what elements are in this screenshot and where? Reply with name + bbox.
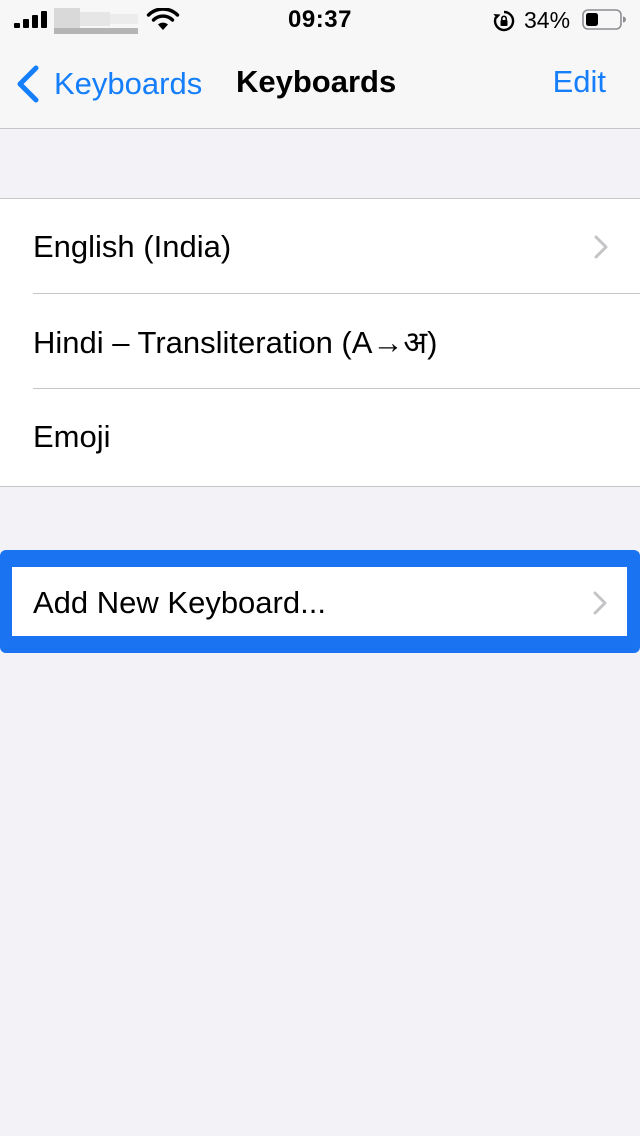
rotation-lock-icon bbox=[493, 10, 515, 32]
keyboard-row-label: Hindi – Transliteration (A→अ) bbox=[33, 324, 438, 360]
settings-screen: 09:37 34% Keyboards Keyboards Edit Engli… bbox=[0, 0, 640, 1136]
back-button[interactable]: Keyboards bbox=[14, 60, 202, 108]
chevron-left-icon bbox=[17, 65, 39, 103]
keyboard-row-english-india[interactable]: English (India) bbox=[0, 199, 640, 294]
keyboard-row-emoji[interactable]: Emoji bbox=[0, 389, 640, 484]
chevron-right-icon bbox=[593, 591, 607, 615]
back-button-label: Keyboards bbox=[54, 66, 203, 101]
navigation-bar: Keyboards Keyboards Edit bbox=[0, 40, 640, 129]
status-bar: 09:37 34% bbox=[0, 0, 640, 40]
battery-icon bbox=[582, 9, 626, 30]
battery-percent: 34% bbox=[524, 7, 571, 33]
edit-button[interactable]: Edit bbox=[553, 64, 606, 100]
keyboard-row-label: English (India) bbox=[33, 228, 232, 264]
page-title: Keyboards bbox=[236, 64, 397, 99]
keyboards-list: English (India) Hindi – Transliteration … bbox=[0, 198, 640, 487]
keyboard-row-hindi-transliteration[interactable]: Hindi – Transliteration (A→अ) bbox=[0, 294, 640, 389]
keyboard-row-label: Emoji bbox=[33, 418, 111, 454]
add-new-keyboard-label: Add New Keyboard... bbox=[33, 585, 326, 620]
add-new-keyboard-button[interactable]: Add New Keyboard... bbox=[12, 567, 627, 636]
chevron-right-icon bbox=[594, 235, 608, 258]
